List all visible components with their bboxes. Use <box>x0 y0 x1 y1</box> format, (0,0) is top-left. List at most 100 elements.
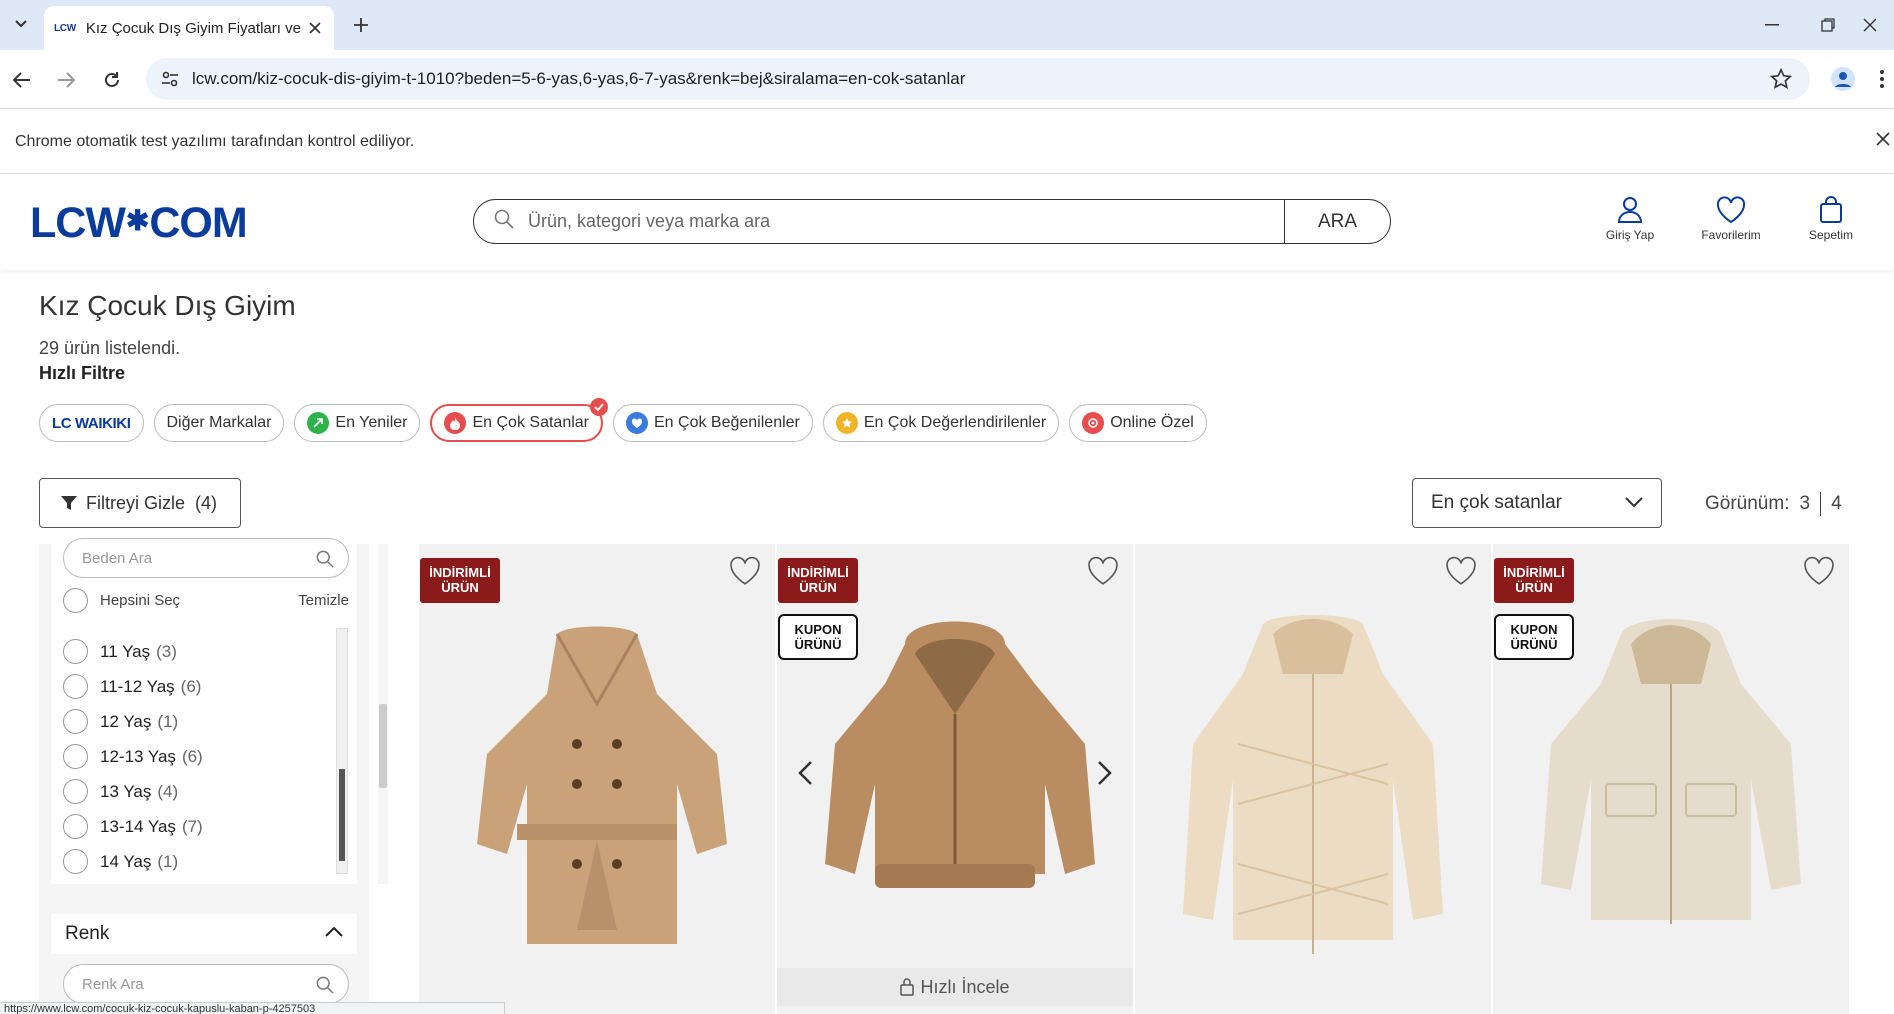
site-header: LCW✱COM ARA Giriş Yap Favorilerim Sepeti… <box>0 174 1894 270</box>
view-option-4[interactable]: 4 <box>1831 493 1842 515</box>
chip-most-liked[interactable]: En Çok Beğenilenler <box>613 404 813 442</box>
favorite-heart-icon[interactable] <box>729 556 761 591</box>
carousel-next-icon[interactable] <box>1097 760 1113 791</box>
fire-icon <box>444 412 467 434</box>
size-radio[interactable] <box>63 639 88 664</box>
size-radio[interactable] <box>63 779 88 804</box>
minimize-icon[interactable] <box>1744 0 1800 50</box>
size-option[interactable]: 11-12 Yaş (6) <box>63 669 313 704</box>
forward-icon[interactable] <box>50 64 82 96</box>
sort-select[interactable]: En çok satanlar <box>1412 478 1662 528</box>
size-search-input[interactable]: Beden Ara <box>63 538 349 578</box>
size-radio[interactable] <box>63 814 88 839</box>
window-close-icon[interactable] <box>1846 0 1894 50</box>
size-option[interactable]: 13-14 Yaş (7) <box>63 809 313 844</box>
size-label: 11-12 Yaş <box>100 676 175 696</box>
size-option[interactable]: 12-13 Yaş (6) <box>63 739 313 774</box>
chip-label: Diğer Markalar <box>166 414 272 431</box>
quick-filter-chips: LC WAIKIKI Diğer Markalar En Yeniler En … <box>39 398 1207 442</box>
chevron-up-icon <box>325 926 343 937</box>
product-image[interactable] <box>805 614 1105 914</box>
size-radio[interactable] <box>63 744 88 769</box>
chip-lcwaikiki[interactable]: LC WAIKIKI <box>39 404 144 442</box>
size-option[interactable]: 14 Yaş (1) <box>63 844 313 879</box>
color-search-input[interactable]: Renk Ara <box>63 964 349 1004</box>
filter-icon <box>61 496 77 510</box>
back-icon[interactable] <box>6 64 38 96</box>
heart-icon <box>1716 196 1746 224</box>
size-radio[interactable] <box>63 674 88 699</box>
browser-tab[interactable]: LCW Kız Çocuk Dış Giyim Fiyatları ve <box>44 6 334 50</box>
product-card[interactable] <box>1135 544 1491 1014</box>
select-all-radio[interactable] <box>63 588 88 613</box>
infobar-close-icon[interactable] <box>1876 132 1890 151</box>
tab-search-dropdown[interactable] <box>8 11 34 37</box>
product-image[interactable] <box>447 614 747 944</box>
select-all-label[interactable]: Hepsini Seç <box>100 592 180 609</box>
discount-badge: İNDİRİMLİ ÜRÜN <box>1494 558 1574 603</box>
product-card[interactable]: İNDİRİMLİ ÜRÜN KUPON ÜRÜNÜ <box>1493 544 1849 1014</box>
tab-close-icon[interactable] <box>306 19 324 37</box>
size-count: (6) <box>181 746 203 766</box>
site-settings-icon[interactable] <box>160 69 180 94</box>
bookmark-star-icon[interactable] <box>1769 67 1793 95</box>
carousel-prev-icon[interactable] <box>797 760 813 791</box>
product-card[interactable]: İNDİRİMLİ ÜRÜN KUPON ÜRÜNÜ Hızlı İncele <box>777 544 1133 1014</box>
infobar-text: Chrome otomatik test yazılımı tarafından… <box>15 132 415 150</box>
favorite-heart-icon[interactable] <box>1087 556 1119 591</box>
size-label: 13-14 Yaş <box>100 816 176 836</box>
size-count: (1) <box>157 851 179 871</box>
size-label: 13 Yaş <box>100 781 152 801</box>
size-option[interactable]: 11 Yaş (3) <box>63 634 313 669</box>
chip-label: En Çok Beğenilenler <box>654 414 800 431</box>
size-list-scrollbar[interactable] <box>336 628 348 874</box>
profile-icon[interactable] <box>1828 64 1858 94</box>
cart-link[interactable]: Sepetim <box>1791 196 1871 242</box>
size-count: (7) <box>181 816 203 836</box>
product-card[interactable]: İNDİRİMLİ ÜRÜN <box>419 544 775 1014</box>
favorites-link[interactable]: Favorilerim <box>1691 196 1771 242</box>
chip-other-brands[interactable]: Diğer Markalar <box>153 404 285 442</box>
favorite-heart-icon[interactable] <box>1445 556 1477 591</box>
search-icon <box>316 550 334 568</box>
size-radio[interactable] <box>63 849 88 874</box>
search-button[interactable]: ARA <box>1284 200 1390 243</box>
favorite-heart-icon[interactable] <box>1803 556 1835 591</box>
browser-tabbar: LCW Kız Çocuk Dış Giyim Fiyatları ve <box>0 0 1894 50</box>
chip-online-special[interactable]: Online Özel <box>1069 404 1207 442</box>
login-link[interactable]: Giriş Yap <box>1590 196 1670 242</box>
url-field[interactable]: lcw.com/kiz-cocuk-dis-giyim-t-1010?beden… <box>146 58 1810 100</box>
chip-most-reviewed[interactable]: En Çok Değerlendirilenler <box>822 404 1060 442</box>
site-logo[interactable]: LCW✱COM <box>30 199 248 247</box>
search-icon <box>316 976 334 994</box>
view-switcher: Görünüm: 3 4 <box>1705 492 1842 516</box>
size-list-scroll-thumb[interactable] <box>339 769 345 861</box>
size-radio[interactable] <box>63 709 88 734</box>
logo-text-right: COM <box>149 199 247 247</box>
new-tab-icon[interactable] <box>348 12 374 38</box>
chip-newest[interactable]: En Yeniler <box>294 404 421 442</box>
product-image[interactable] <box>1163 614 1463 964</box>
search-input[interactable] <box>528 200 1284 243</box>
color-filter-header[interactable]: Renk <box>51 914 357 954</box>
sidebar-scroll-thumb[interactable] <box>379 704 387 788</box>
product-image[interactable] <box>1521 614 1821 934</box>
reload-icon[interactable] <box>96 64 128 96</box>
discount-badge: İNDİRİMLİ ÜRÜN <box>420 558 500 603</box>
browser-menu-icon[interactable] <box>1874 64 1890 94</box>
size-count: (6) <box>180 676 202 696</box>
clear-button[interactable]: Temizle <box>298 592 349 609</box>
color-filter-title: Renk <box>65 923 110 944</box>
automation-infobar: Chrome otomatik test yazılımı tarafından… <box>0 110 1894 174</box>
size-option[interactable]: 12 Yaş (1) <box>63 704 313 739</box>
chip-best-sellers[interactable]: En Çok Satanlar <box>430 398 608 442</box>
online-icon <box>1082 412 1105 434</box>
size-label: 14 Yaş <box>100 851 152 871</box>
size-option[interactable]: 13 Yaş (4) <box>63 774 313 809</box>
sidebar-scrollbar[interactable] <box>378 544 388 884</box>
size-label: 12 Yaş <box>100 711 152 731</box>
toggle-filter-button[interactable]: Filtreyi Gizle (4) <box>39 478 241 528</box>
view-option-3[interactable]: 3 <box>1799 493 1810 515</box>
chevron-down-icon <box>15 20 27 28</box>
quick-view-button[interactable]: Hızlı İncele <box>777 968 1133 1006</box>
